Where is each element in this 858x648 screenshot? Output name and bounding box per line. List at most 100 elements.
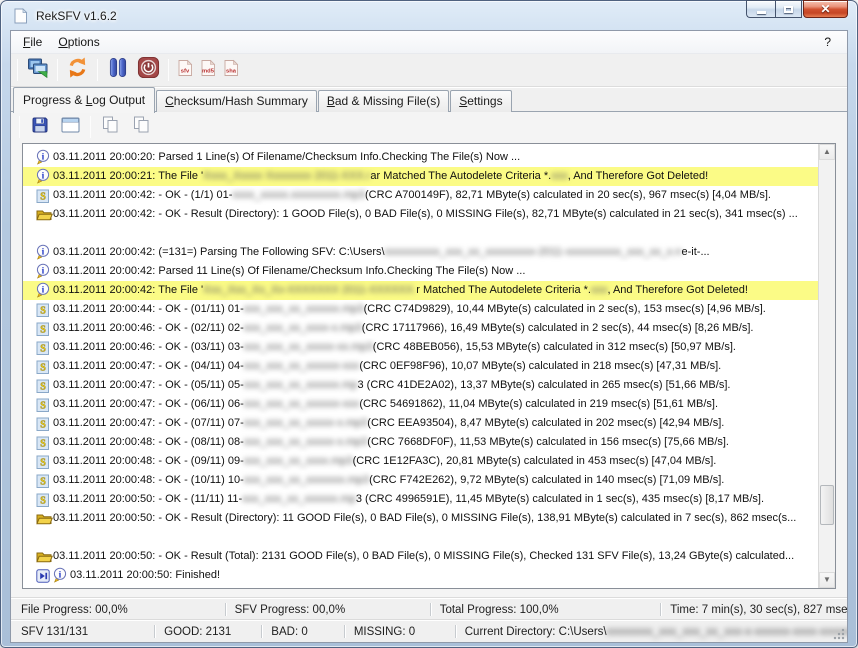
log-toolbar bbox=[11, 112, 847, 142]
redacted-text: xxx_xxx_xx_xxxxxx.mp bbox=[242, 490, 356, 509]
log-text: 03.11.2011 20:00:42: (=131=) Parsing The… bbox=[53, 243, 385, 262]
md5-filetype-button[interactable]: md5 bbox=[196, 57, 219, 83]
log-panel: i 03.11.2011 20:00:20: Parsed 1 Line(s) O… bbox=[22, 143, 836, 589]
log-line[interactable] bbox=[23, 224, 818, 243]
sfv-filetype-button[interactable]: sfv bbox=[173, 57, 196, 83]
menu-help[interactable]: ? bbox=[812, 32, 843, 52]
sfv-count: SFV 131/131 bbox=[11, 621, 154, 642]
resize-grip[interactable] bbox=[833, 628, 845, 640]
log-text: 03.11.2011 20:00:42: - OK - (1/1) 01- bbox=[53, 186, 232, 205]
tab-progress-log[interactable]: Progress & Log Output bbox=[13, 87, 155, 113]
scan-button[interactable] bbox=[22, 56, 53, 84]
elapsed-time: Time: 7 min(s), 30 sec(s), 827 msec(s) bbox=[660, 599, 847, 620]
log-line[interactable]: S 03.11.2011 20:00:48: - OK - (08/11) 08-… bbox=[23, 433, 818, 452]
log-line[interactable] bbox=[23, 528, 818, 547]
log-line[interactable]: 03.11.2011 20:00:50: - OK - Result (Dire… bbox=[23, 509, 818, 528]
log-line[interactable]: i 03.11.2011 20:00:42: (=131=) Parsing Th… bbox=[23, 243, 818, 262]
log-line[interactable]: S03.11.2011 20:00:47: - OK - (06/11) 06-… bbox=[23, 395, 818, 414]
stop-button[interactable] bbox=[133, 56, 164, 84]
svg-text:md5: md5 bbox=[202, 68, 215, 74]
menu-item-ile[interactable]: File bbox=[15, 32, 50, 52]
close-button[interactable]: ✕ bbox=[803, 0, 848, 18]
scroll-down-button[interactable]: ▼ bbox=[819, 572, 835, 588]
log-text: (CRC 1E12FA3C), 20,81 MByte(s) calculate… bbox=[353, 452, 717, 471]
redacted-text: xxx_xxx_xx_xxxxxx-xxx bbox=[244, 357, 360, 376]
log-toolbar-gripper bbox=[19, 116, 20, 138]
log-line[interactable]: 03.11.2011 20:00:50: - OK - Result (Tota… bbox=[23, 547, 818, 566]
log-line[interactable]: 03.11.2011 20:00:42: - OK - Result (Dire… bbox=[23, 205, 818, 224]
scrollbar-track[interactable] bbox=[819, 160, 835, 572]
log-line[interactable]: i 03.11.2011 20:00:20: Parsed 1 Line(s) O… bbox=[23, 148, 818, 167]
log-line[interactable]: S03.11.2011 20:00:42: - OK - (1/1) 01-xx… bbox=[23, 186, 818, 205]
redacted-text: xxxx_xxxxx.xxxxxxxxx.mp3 bbox=[232, 186, 365, 205]
svg-text:S: S bbox=[40, 305, 46, 316]
toolbar-gripper bbox=[17, 59, 18, 81]
log-line[interactable]: S03.11.2011 20:00:48: - OK - (09/11) 09-… bbox=[23, 452, 818, 471]
log-line[interactable]: S03.11.2011 20:00:44: - OK - (01/11) 01-… bbox=[23, 300, 818, 319]
maximize-icon bbox=[784, 6, 793, 13]
log-text: (CRC 7668DF0F), 11,53 MByte(s) calculate… bbox=[367, 433, 729, 452]
svg-text:S: S bbox=[40, 324, 46, 335]
log-text: (CRC C74D9829), 10,44 MByte(s) calculate… bbox=[364, 300, 766, 319]
refresh-button[interactable] bbox=[62, 56, 93, 84]
new-window-button[interactable] bbox=[55, 113, 86, 141]
log-line[interactable]: S03.11.2011 20:00:48: - OK - (10/11) 10-… bbox=[23, 471, 818, 490]
log-line[interactable]: S03.11.2011 20:00:46: - OK - (02/11) 02-… bbox=[23, 319, 818, 338]
toolbar-separator bbox=[57, 59, 58, 81]
maximize-button[interactable] bbox=[775, 0, 802, 18]
sfv-file-icon: S bbox=[36, 378, 53, 394]
log-line[interactable]: S03.11.2011 20:00:47: - OK - (04/11) 04-… bbox=[23, 357, 818, 376]
tab-checksum-summary[interactable]: Checksum/Hash Summary bbox=[156, 90, 317, 112]
log-line[interactable]: i03.11.2011 20:00:50: Finished! bbox=[23, 566, 818, 585]
menu-item-ptions[interactable]: Options bbox=[50, 32, 107, 52]
svg-text:S: S bbox=[40, 457, 46, 468]
tab-settings[interactable]: Settings bbox=[450, 90, 511, 112]
svg-text:S: S bbox=[40, 495, 46, 506]
scroll-up-button[interactable]: ▲ bbox=[819, 144, 835, 160]
log-text: 03.11.2011 20:00:48: - OK - (10/11) 10- bbox=[53, 471, 244, 490]
log-scrollbar[interactable]: ▲ ▼ bbox=[818, 144, 835, 588]
log-text: 03.11.2011 20:00:50: - OK - Result (Tota… bbox=[53, 547, 794, 566]
play-icon bbox=[36, 569, 53, 583]
svg-text:i: i bbox=[42, 152, 45, 162]
svg-text:S: S bbox=[40, 438, 46, 449]
svg-text:i: i bbox=[59, 570, 62, 580]
bad-count: BAD: 0 bbox=[261, 621, 344, 642]
pause-button[interactable] bbox=[102, 56, 133, 84]
log-text: (CRC F742E262), 9,72 MByte(s) calculated… bbox=[369, 471, 724, 490]
log-line[interactable]: i03.11.2011 20:00:21: The File 'Xxxx_Xxx… bbox=[23, 167, 818, 186]
titlebar[interactable]: RekSFV v1.6.2 ✕ bbox=[10, 1, 848, 30]
save-log-button[interactable] bbox=[24, 113, 55, 141]
app-window: RekSFV v1.6.2 ✕ FileOptions? sfv md5 sha P… bbox=[0, 0, 858, 648]
log-line[interactable]: S03.11.2011 20:00:50: - OK - (11/11) 11-… bbox=[23, 490, 818, 509]
sfv-file-icon: S bbox=[36, 340, 53, 356]
log-line[interactable]: i03.11.2011 20:00:42: Parsed 11 Line(s) … bbox=[23, 262, 818, 281]
copy-selection-button[interactable] bbox=[95, 113, 126, 141]
toolbar-separator bbox=[168, 59, 169, 81]
tab-bad-missing[interactable]: Bad & Missing File(s) bbox=[318, 90, 449, 112]
pause-icon bbox=[106, 56, 130, 84]
log-line[interactable]: i03.11.2011 20:00:42: The File 'Xxx_Xxx_… bbox=[23, 281, 818, 300]
folder-icon bbox=[36, 550, 53, 564]
log-output[interactable]: i 03.11.2011 20:00:20: Parsed 1 Line(s) O… bbox=[23, 144, 818, 588]
scrollbar-thumb[interactable] bbox=[820, 485, 834, 525]
log-line[interactable]: S03.11.2011 20:00:47: - OK - (05/11) 05-… bbox=[23, 376, 818, 395]
log-text: 03.11.2011 20:00:48: - OK - (08/11) 08- bbox=[53, 433, 244, 452]
svg-text:i: i bbox=[42, 171, 45, 181]
svg-text:S: S bbox=[40, 343, 46, 354]
sfv-file-icon: S bbox=[36, 188, 53, 204]
sha-filetype-button[interactable]: sha bbox=[219, 57, 242, 83]
sfv-file-icon: S bbox=[36, 302, 53, 318]
minimize-button[interactable] bbox=[746, 0, 775, 18]
sfv-file-icon: S bbox=[36, 492, 53, 508]
log-text: 03.11.2011 20:00:20: Parsed 1 Line(s) Of… bbox=[53, 148, 520, 167]
progress-statusbar: File Progress: 00,0% SFV Progress: 00,0%… bbox=[11, 598, 847, 620]
info-icon: i bbox=[36, 149, 53, 166]
log-line[interactable]: S03.11.2011 20:00:46: - OK - (03/11) 03-… bbox=[23, 338, 818, 357]
svg-text:i: i bbox=[42, 247, 45, 257]
window-icon bbox=[61, 117, 80, 138]
copy-all-button[interactable] bbox=[126, 113, 157, 141]
client-area: FileOptions? sfv md5 sha Progress & Log Ou… bbox=[10, 30, 848, 643]
log-line[interactable]: S03.11.2011 20:00:47: - OK - (07/11) 07-… bbox=[23, 414, 818, 433]
redacted-text: xxx bbox=[551, 167, 568, 186]
